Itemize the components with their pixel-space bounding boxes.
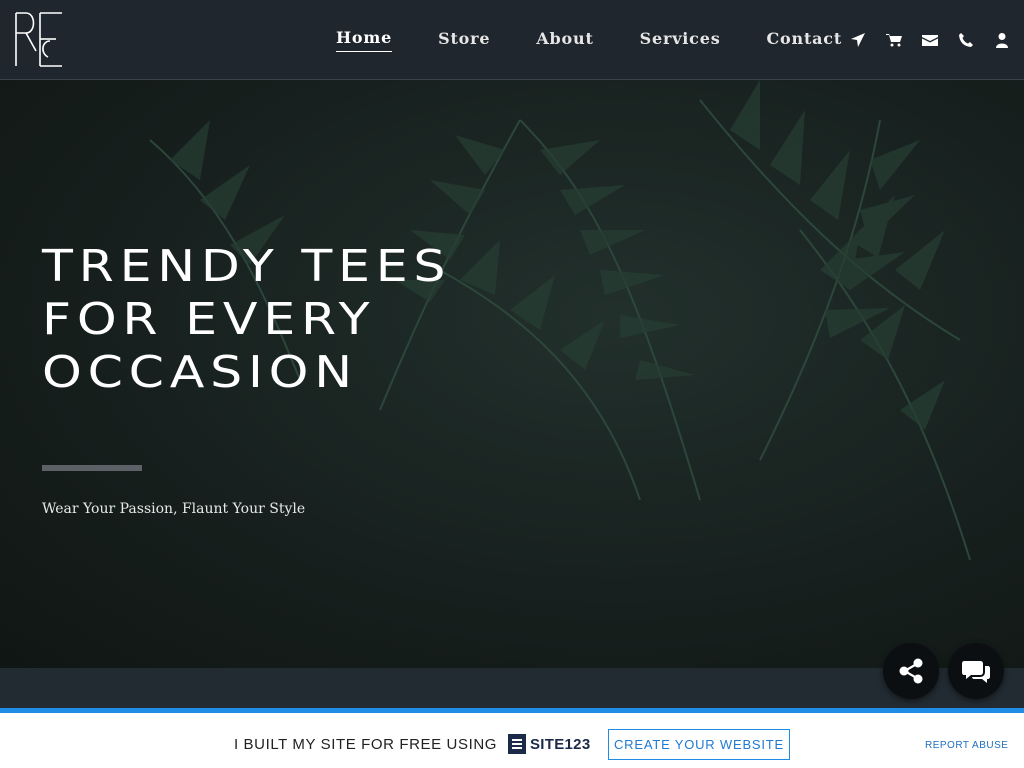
site123-logo[interactable]: SITE123 xyxy=(508,732,590,756)
hero-subtitle: Wear Your Passion, Flaunt Your Style xyxy=(42,501,306,517)
share-icon xyxy=(899,658,923,684)
site-logo[interactable] xyxy=(14,11,64,68)
location-arrow-icon[interactable] xyxy=(840,28,876,52)
nav-contact[interactable]: Contact xyxy=(767,29,843,52)
site123-mark-icon xyxy=(508,734,526,754)
main-nav: Home Store About Services Contact xyxy=(336,0,888,80)
promo-footer: I BUILT MY SITE FOR FREE USING SITE123 C… xyxy=(0,708,1024,768)
report-abuse-link[interactable]: REPORT ABUSE xyxy=(925,740,1008,751)
nav-about[interactable]: About xyxy=(536,29,593,52)
user-icon[interactable] xyxy=(984,28,1020,52)
section-band xyxy=(0,668,1024,708)
header-icon-group xyxy=(840,28,1020,52)
chat-icon xyxy=(962,661,990,683)
nav-store[interactable]: Store xyxy=(438,29,490,52)
hero-divider xyxy=(42,465,142,471)
site123-wordmark: SITE123 xyxy=(530,735,591,753)
create-website-button[interactable]: CREATE YOUR WEBSITE xyxy=(608,729,790,760)
phone-icon[interactable] xyxy=(948,28,984,52)
site-header: Home Store About Services Contact xyxy=(0,0,1024,80)
hero-title: TRENDY TEES FOR EVERY OCCASION xyxy=(42,241,452,398)
envelope-icon[interactable] xyxy=(912,28,948,52)
nav-home[interactable]: Home xyxy=(336,28,393,52)
share-button[interactable] xyxy=(883,643,939,699)
cart-icon[interactable] xyxy=(876,28,912,52)
built-with-text: I BUILT MY SITE FOR FREE USING xyxy=(234,736,498,753)
chat-button[interactable] xyxy=(948,643,1004,699)
hero-section: TRENDY TEES FOR EVERY OCCASION Wear Your… xyxy=(0,80,1024,668)
nav-services[interactable]: Services xyxy=(640,29,721,52)
